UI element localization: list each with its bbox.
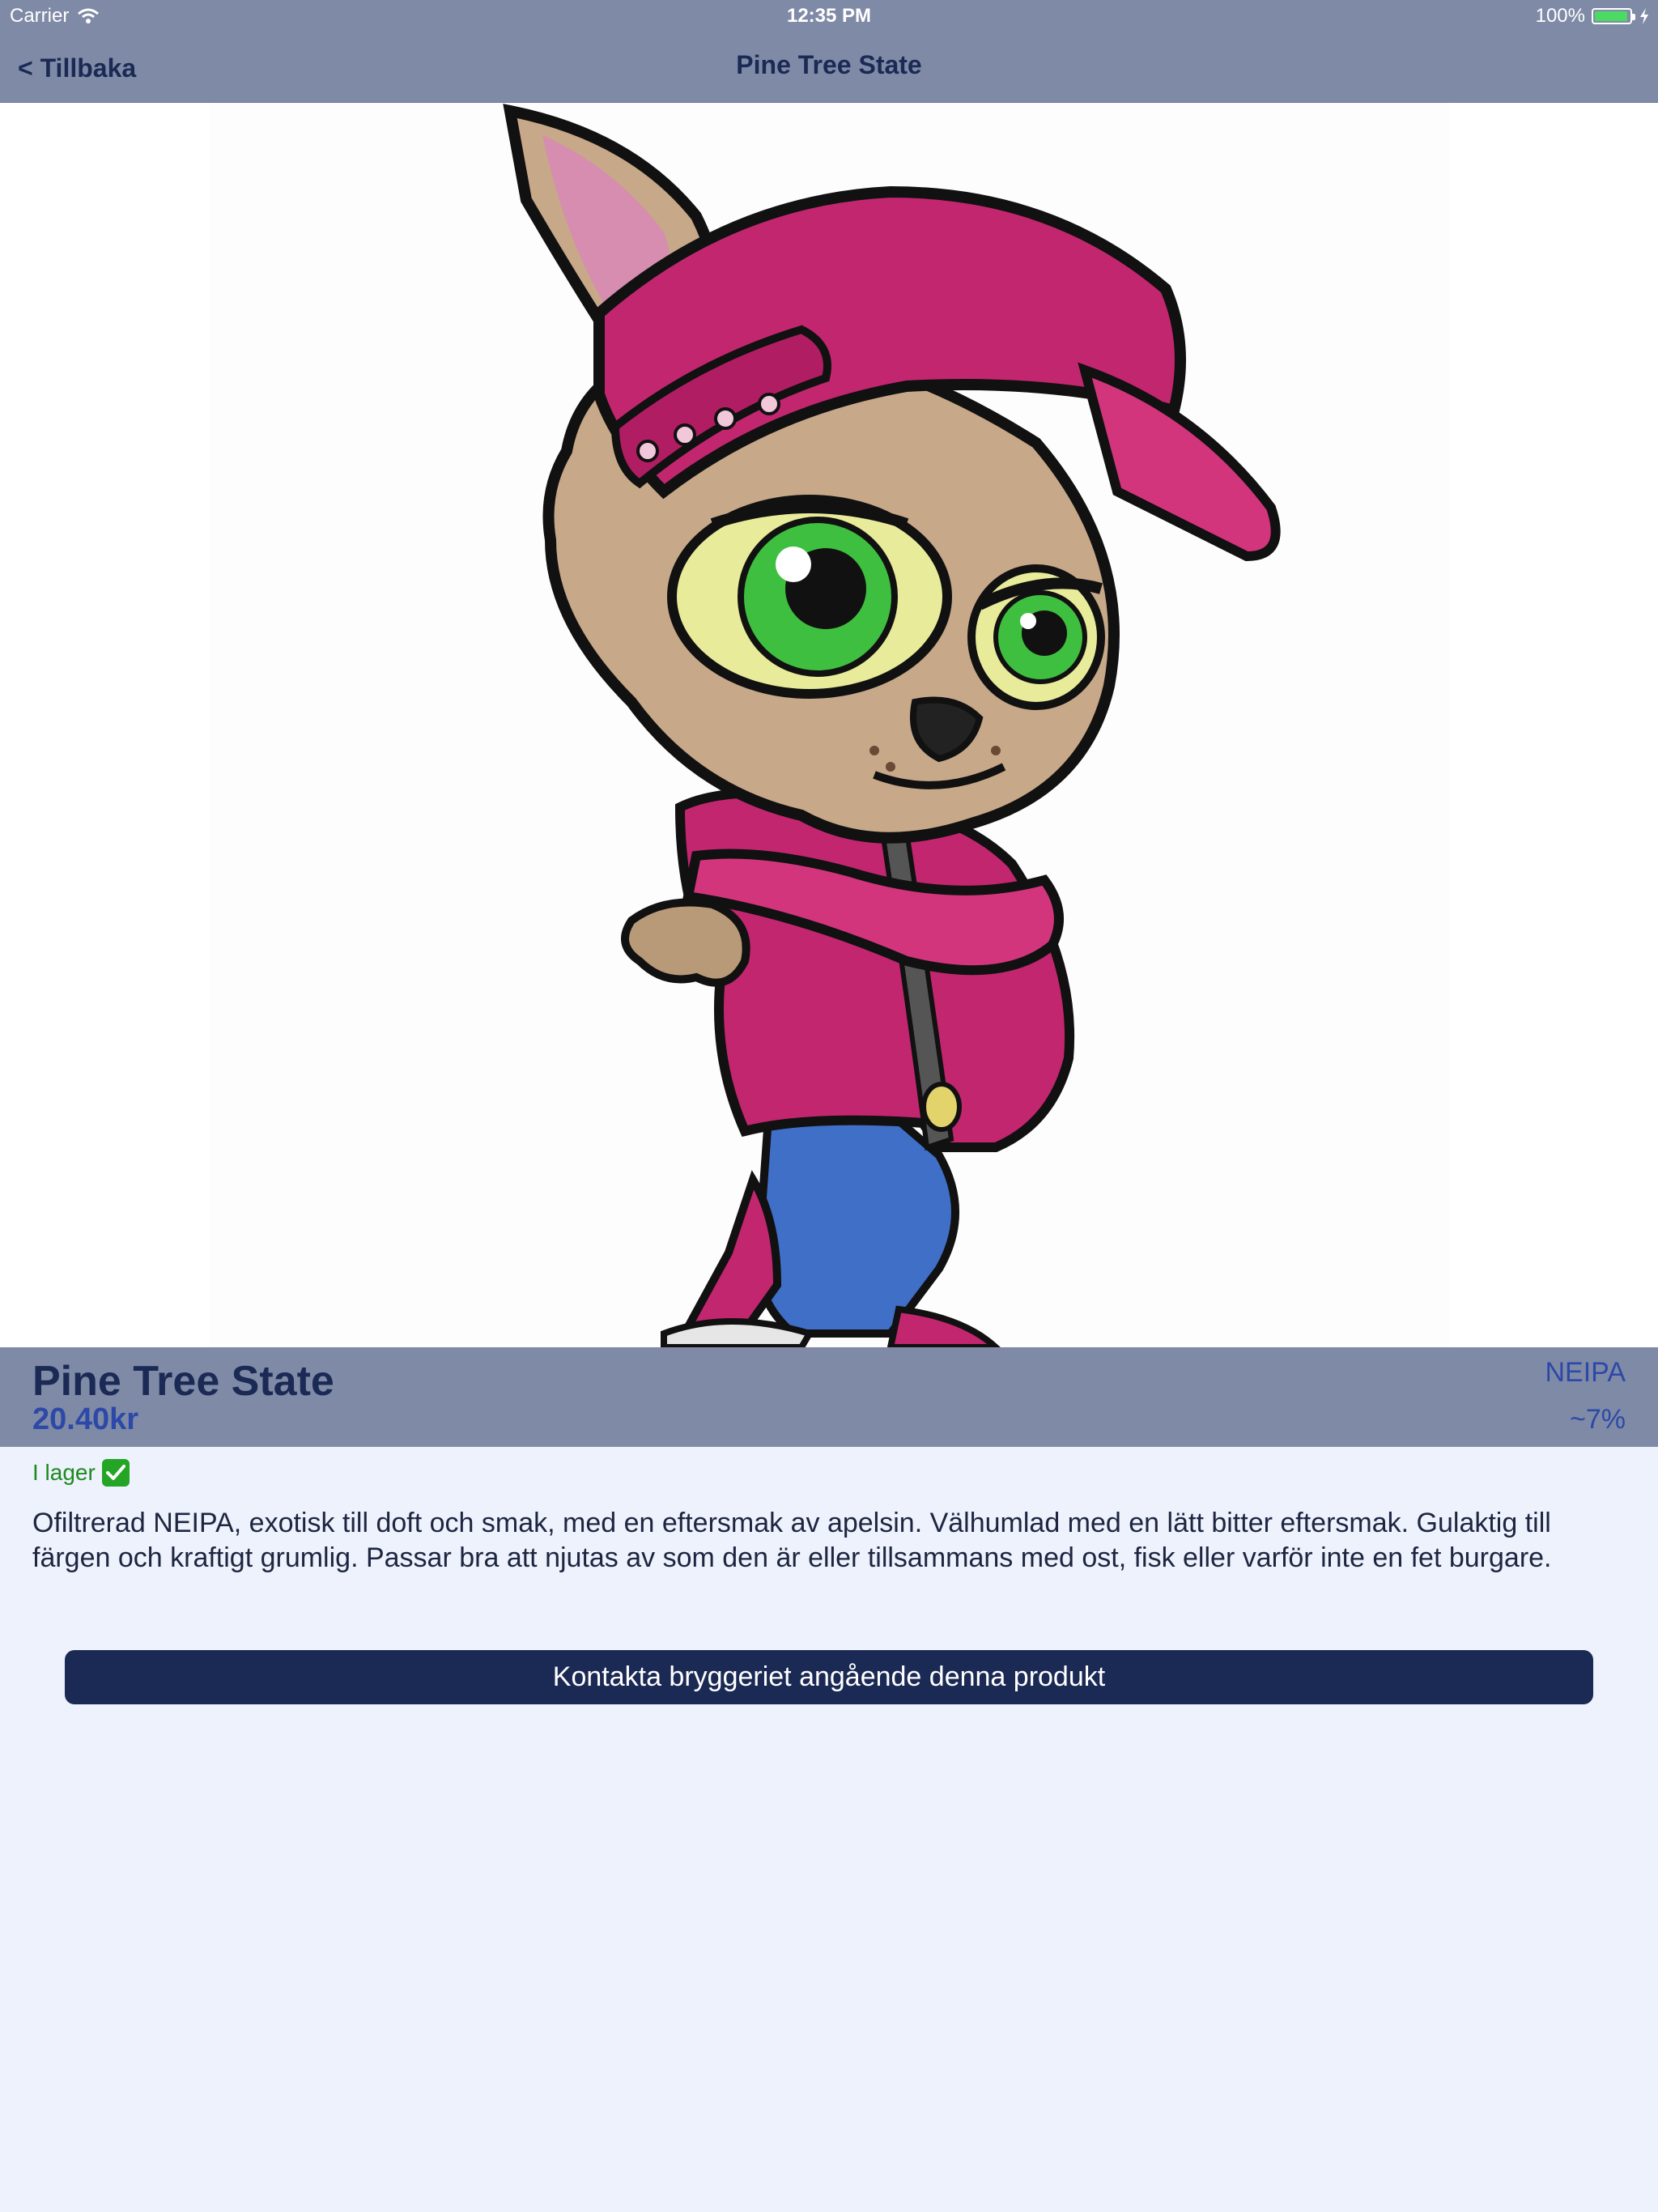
product-style: NEIPA (1545, 1357, 1626, 1388)
status-battery: 100% (1536, 5, 1650, 28)
stock-label: I lager (32, 1460, 96, 1485)
stock-status: I lager (32, 1459, 130, 1487)
product-abv: ~7% (1570, 1404, 1626, 1435)
product-description: Ofiltrerad NEIPA, exotisk till doft och … (32, 1508, 1552, 1573)
battery-icon (1592, 8, 1635, 24)
nav-title: Pine Tree State (736, 50, 922, 79)
status-time: 12:35 PM (786, 5, 872, 27)
product-info-band: Pine Tree State 20.40kr NEIPA ~7% (0, 1347, 1658, 1447)
battery-percent: 100% (1535, 5, 1585, 27)
product-price: 20.40kr (32, 1402, 139, 1436)
navigation-bar: Carrier 12:35 PM 100% < Tillbaka Pine Tr… (0, 0, 1658, 103)
product-image (0, 103, 1658, 1347)
contact-brewery-button[interactable]: Kontakta bryggeriet angående denna produ… (65, 1650, 1593, 1704)
cartoon-cat-mascot (0, 103, 1658, 1347)
check-icon (101, 1459, 130, 1487)
product-name: Pine Tree State (32, 1358, 334, 1405)
product-detail-screen: Carrier 12:35 PM 100% < Tillbaka Pine Tr… (0, 0, 1658, 2212)
charging-bolt-icon (1640, 8, 1648, 24)
